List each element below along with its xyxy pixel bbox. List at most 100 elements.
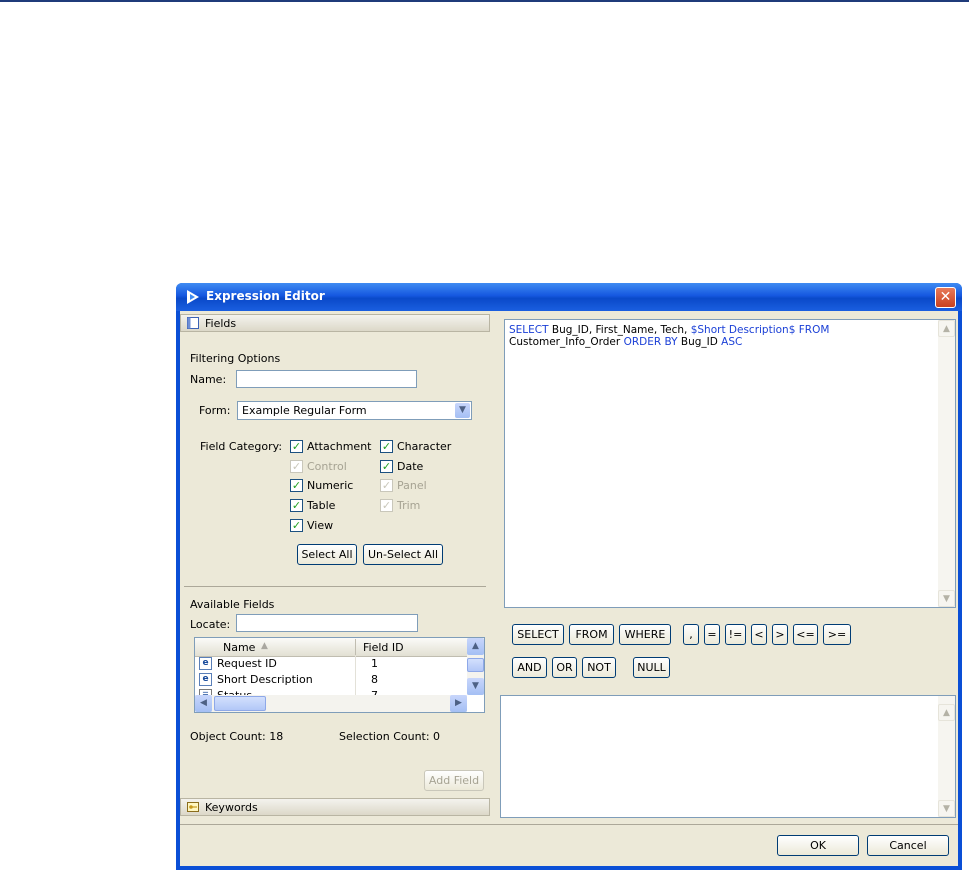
code-token: Bug_ID, First_Name, Tech, bbox=[548, 324, 691, 336]
checkbox-numeric-label: Numeric bbox=[307, 479, 354, 492]
text-field-icon: e bbox=[199, 657, 212, 670]
window-title: Expression Editor bbox=[206, 289, 325, 303]
checkbox-control: ✓ bbox=[290, 460, 303, 473]
code-token: $Short Description$ bbox=[690, 324, 796, 336]
column-divider bbox=[355, 672, 356, 688]
op-equals-button[interactable]: = bbox=[704, 624, 720, 645]
column-divider bbox=[355, 656, 356, 672]
code-token: ASC bbox=[721, 336, 743, 348]
checkbox-table[interactable]: ✓ bbox=[290, 499, 303, 512]
checkbox-view-label: View bbox=[307, 519, 334, 532]
checkbox-panel: ✓ bbox=[380, 479, 393, 492]
table-row[interactable]: e Request ID 1 bbox=[195, 656, 467, 672]
scroll-down-icon[interactable]: ▼ bbox=[467, 678, 484, 695]
table-vertical-scrollbar[interactable]: ▲ ▼ bbox=[467, 638, 484, 695]
checkbox-attachment-label: Attachment bbox=[307, 440, 372, 453]
name-label: Name: bbox=[190, 373, 227, 386]
close-button[interactable]: ✕ bbox=[935, 287, 956, 308]
code-token: Bug_ID bbox=[677, 336, 722, 348]
op-where-button[interactable]: WHERE bbox=[619, 624, 671, 645]
op-and-button[interactable]: AND bbox=[512, 657, 547, 678]
scroll-down-icon[interactable]: ▼ bbox=[938, 800, 955, 817]
row-field-id: 8 bbox=[371, 673, 378, 686]
ok-button[interactable]: OK bbox=[777, 835, 859, 856]
scroll-up-icon[interactable]: ▲ bbox=[938, 320, 955, 337]
op-less-than-button[interactable]: < bbox=[751, 624, 767, 645]
chevron-down-icon[interactable]: ▼ bbox=[455, 403, 470, 418]
scroll-up-icon[interactable]: ▲ bbox=[467, 638, 484, 655]
op-from-button[interactable]: FROM bbox=[569, 624, 614, 645]
select-all-button[interactable]: Select All bbox=[297, 544, 357, 565]
name-input[interactable] bbox=[236, 370, 417, 388]
checkbox-view[interactable]: ✓ bbox=[290, 519, 303, 532]
op-null-button[interactable]: NULL bbox=[633, 657, 670, 678]
scroll-up-icon[interactable]: ▲ bbox=[938, 704, 955, 721]
form-label: Form: bbox=[199, 404, 231, 417]
scroll-left-icon[interactable]: ◀ bbox=[195, 695, 212, 712]
checkbox-character-label: Character bbox=[397, 440, 452, 453]
unselect-all-button[interactable]: Un-Select All bbox=[363, 544, 443, 565]
checkbox-character[interactable]: ✓ bbox=[380, 440, 393, 453]
form-select[interactable]: Example Regular Form ▼ bbox=[237, 401, 472, 420]
op-less-equal-button[interactable]: <= bbox=[793, 624, 818, 645]
footer-divider bbox=[180, 824, 958, 825]
title-bar[interactable]: Expression Editor ✕ bbox=[176, 283, 962, 311]
available-fields-table: Name ▲ Field ID e Request ID 1 e Short D… bbox=[194, 637, 485, 713]
op-comma-button[interactable]: , bbox=[683, 624, 699, 645]
keywords-header-label: Keywords bbox=[205, 801, 258, 814]
dialog-body: Fields Filtering Options Name: Form: Exa… bbox=[180, 311, 958, 866]
scroll-down-icon[interactable]: ▼ bbox=[938, 590, 955, 607]
keywords-section-header[interactable]: Keywords bbox=[180, 798, 490, 816]
op-select-button[interactable]: SELECT bbox=[512, 624, 564, 645]
table-header: Name ▲ Field ID bbox=[195, 638, 467, 657]
expression-editor-window: Expression Editor ✕ Fields Filtering Opt… bbox=[176, 283, 962, 870]
top-border-line bbox=[0, 0, 969, 2]
column-header-name[interactable]: Name bbox=[223, 641, 255, 654]
selection-count: Selection Count: 0 bbox=[339, 730, 441, 743]
divider bbox=[184, 586, 486, 587]
expression-text-area[interactable]: SELECT Bug_ID, First_Name, Tech, $Short … bbox=[504, 319, 956, 608]
checkbox-date[interactable]: ✓ bbox=[380, 460, 393, 473]
column-header-field-id[interactable]: Field ID bbox=[363, 641, 404, 654]
editor-vertical-scrollbar[interactable]: ▲ ▼ bbox=[938, 320, 955, 607]
expression-code: SELECT Bug_ID, First_Name, Tech, $Short … bbox=[509, 324, 929, 348]
locate-label: Locate: bbox=[190, 618, 231, 631]
sort-ascending-icon: ▲ bbox=[261, 641, 268, 651]
code-token: FROM bbox=[795, 324, 830, 336]
table-row[interactable]: e Short Description 8 bbox=[195, 672, 467, 688]
scroll-thumb[interactable] bbox=[214, 696, 266, 711]
filtering-options-label: Filtering Options bbox=[190, 352, 281, 365]
fields-panel: Fields Filtering Options Name: Form: Exa… bbox=[180, 314, 494, 821]
output-panel: ▲ ▼ bbox=[500, 695, 956, 818]
code-token: Customer_Info_Order bbox=[509, 336, 624, 348]
code-line-2: Customer_Info_Order ORDER BY Bug_ID ASC bbox=[509, 336, 929, 348]
fields-section-header[interactable]: Fields bbox=[180, 314, 490, 332]
checkbox-numeric[interactable]: ✓ bbox=[290, 479, 303, 492]
op-or-button[interactable]: OR bbox=[552, 657, 577, 678]
op-greater-than-button[interactable]: > bbox=[772, 624, 788, 645]
checkbox-trim: ✓ bbox=[380, 499, 393, 512]
add-field-button[interactable]: Add Field bbox=[424, 770, 484, 791]
available-fields-label: Available Fields bbox=[190, 598, 275, 611]
scroll-right-icon[interactable]: ▶ bbox=[450, 695, 467, 712]
scroll-thumb[interactable] bbox=[467, 658, 484, 672]
row-field-id: 1 bbox=[371, 657, 378, 670]
close-icon: ✕ bbox=[939, 289, 952, 305]
code-token: SELECT bbox=[509, 324, 549, 336]
text-field-icon: e bbox=[199, 673, 212, 686]
code-token: ORDER BY bbox=[623, 336, 678, 348]
cancel-button[interactable]: Cancel bbox=[867, 835, 949, 856]
op-greater-equal-button[interactable]: >= bbox=[823, 624, 851, 645]
fields-icon bbox=[187, 317, 199, 329]
checkbox-table-label: Table bbox=[307, 499, 336, 512]
table-horizontal-scrollbar[interactable]: ◀ ▶ bbox=[195, 695, 467, 712]
row-name: Short Description bbox=[217, 673, 313, 686]
key-icon bbox=[187, 802, 199, 812]
checkbox-control-label: Control bbox=[307, 460, 347, 473]
output-vertical-scrollbar[interactable]: ▲ ▼ bbox=[938, 696, 955, 817]
locate-input[interactable] bbox=[236, 614, 418, 632]
op-not-button[interactable]: NOT bbox=[582, 657, 616, 678]
field-category-label: Field Category: bbox=[200, 440, 283, 453]
op-not-equals-button[interactable]: != bbox=[725, 624, 746, 645]
checkbox-attachment[interactable]: ✓ bbox=[290, 440, 303, 453]
